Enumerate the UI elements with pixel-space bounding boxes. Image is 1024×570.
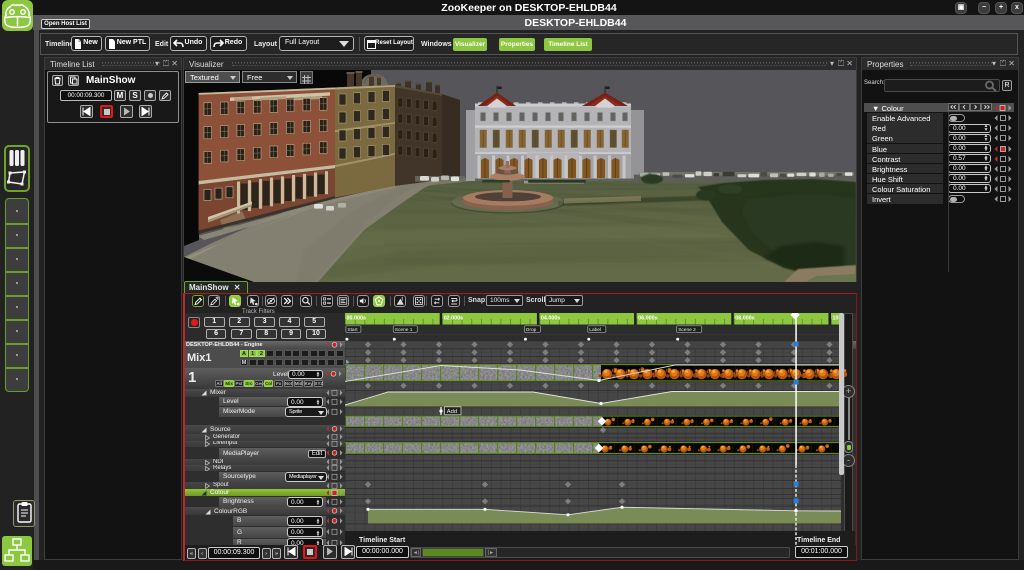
svg-text:Add: Add bbox=[447, 409, 457, 415]
svg-text:Scene 1: Scene 1 bbox=[395, 327, 413, 333]
svg-text:08.000s: 08.000s bbox=[735, 316, 755, 322]
svg-text:Drop: Drop bbox=[526, 327, 537, 333]
svg-text:Start: Start bbox=[347, 327, 358, 333]
svg-text:Scene 2: Scene 2 bbox=[678, 327, 696, 333]
svg-text:04.000s: 04.000s bbox=[541, 316, 561, 322]
svg-text:00.000s: 00.000s bbox=[347, 316, 367, 322]
svg-text:02.000s: 02.000s bbox=[444, 316, 464, 322]
svg-text:Label: Label bbox=[589, 327, 601, 333]
svg-text:06.000s: 06.000s bbox=[638, 316, 658, 322]
svg-text:10: 10 bbox=[833, 316, 839, 322]
